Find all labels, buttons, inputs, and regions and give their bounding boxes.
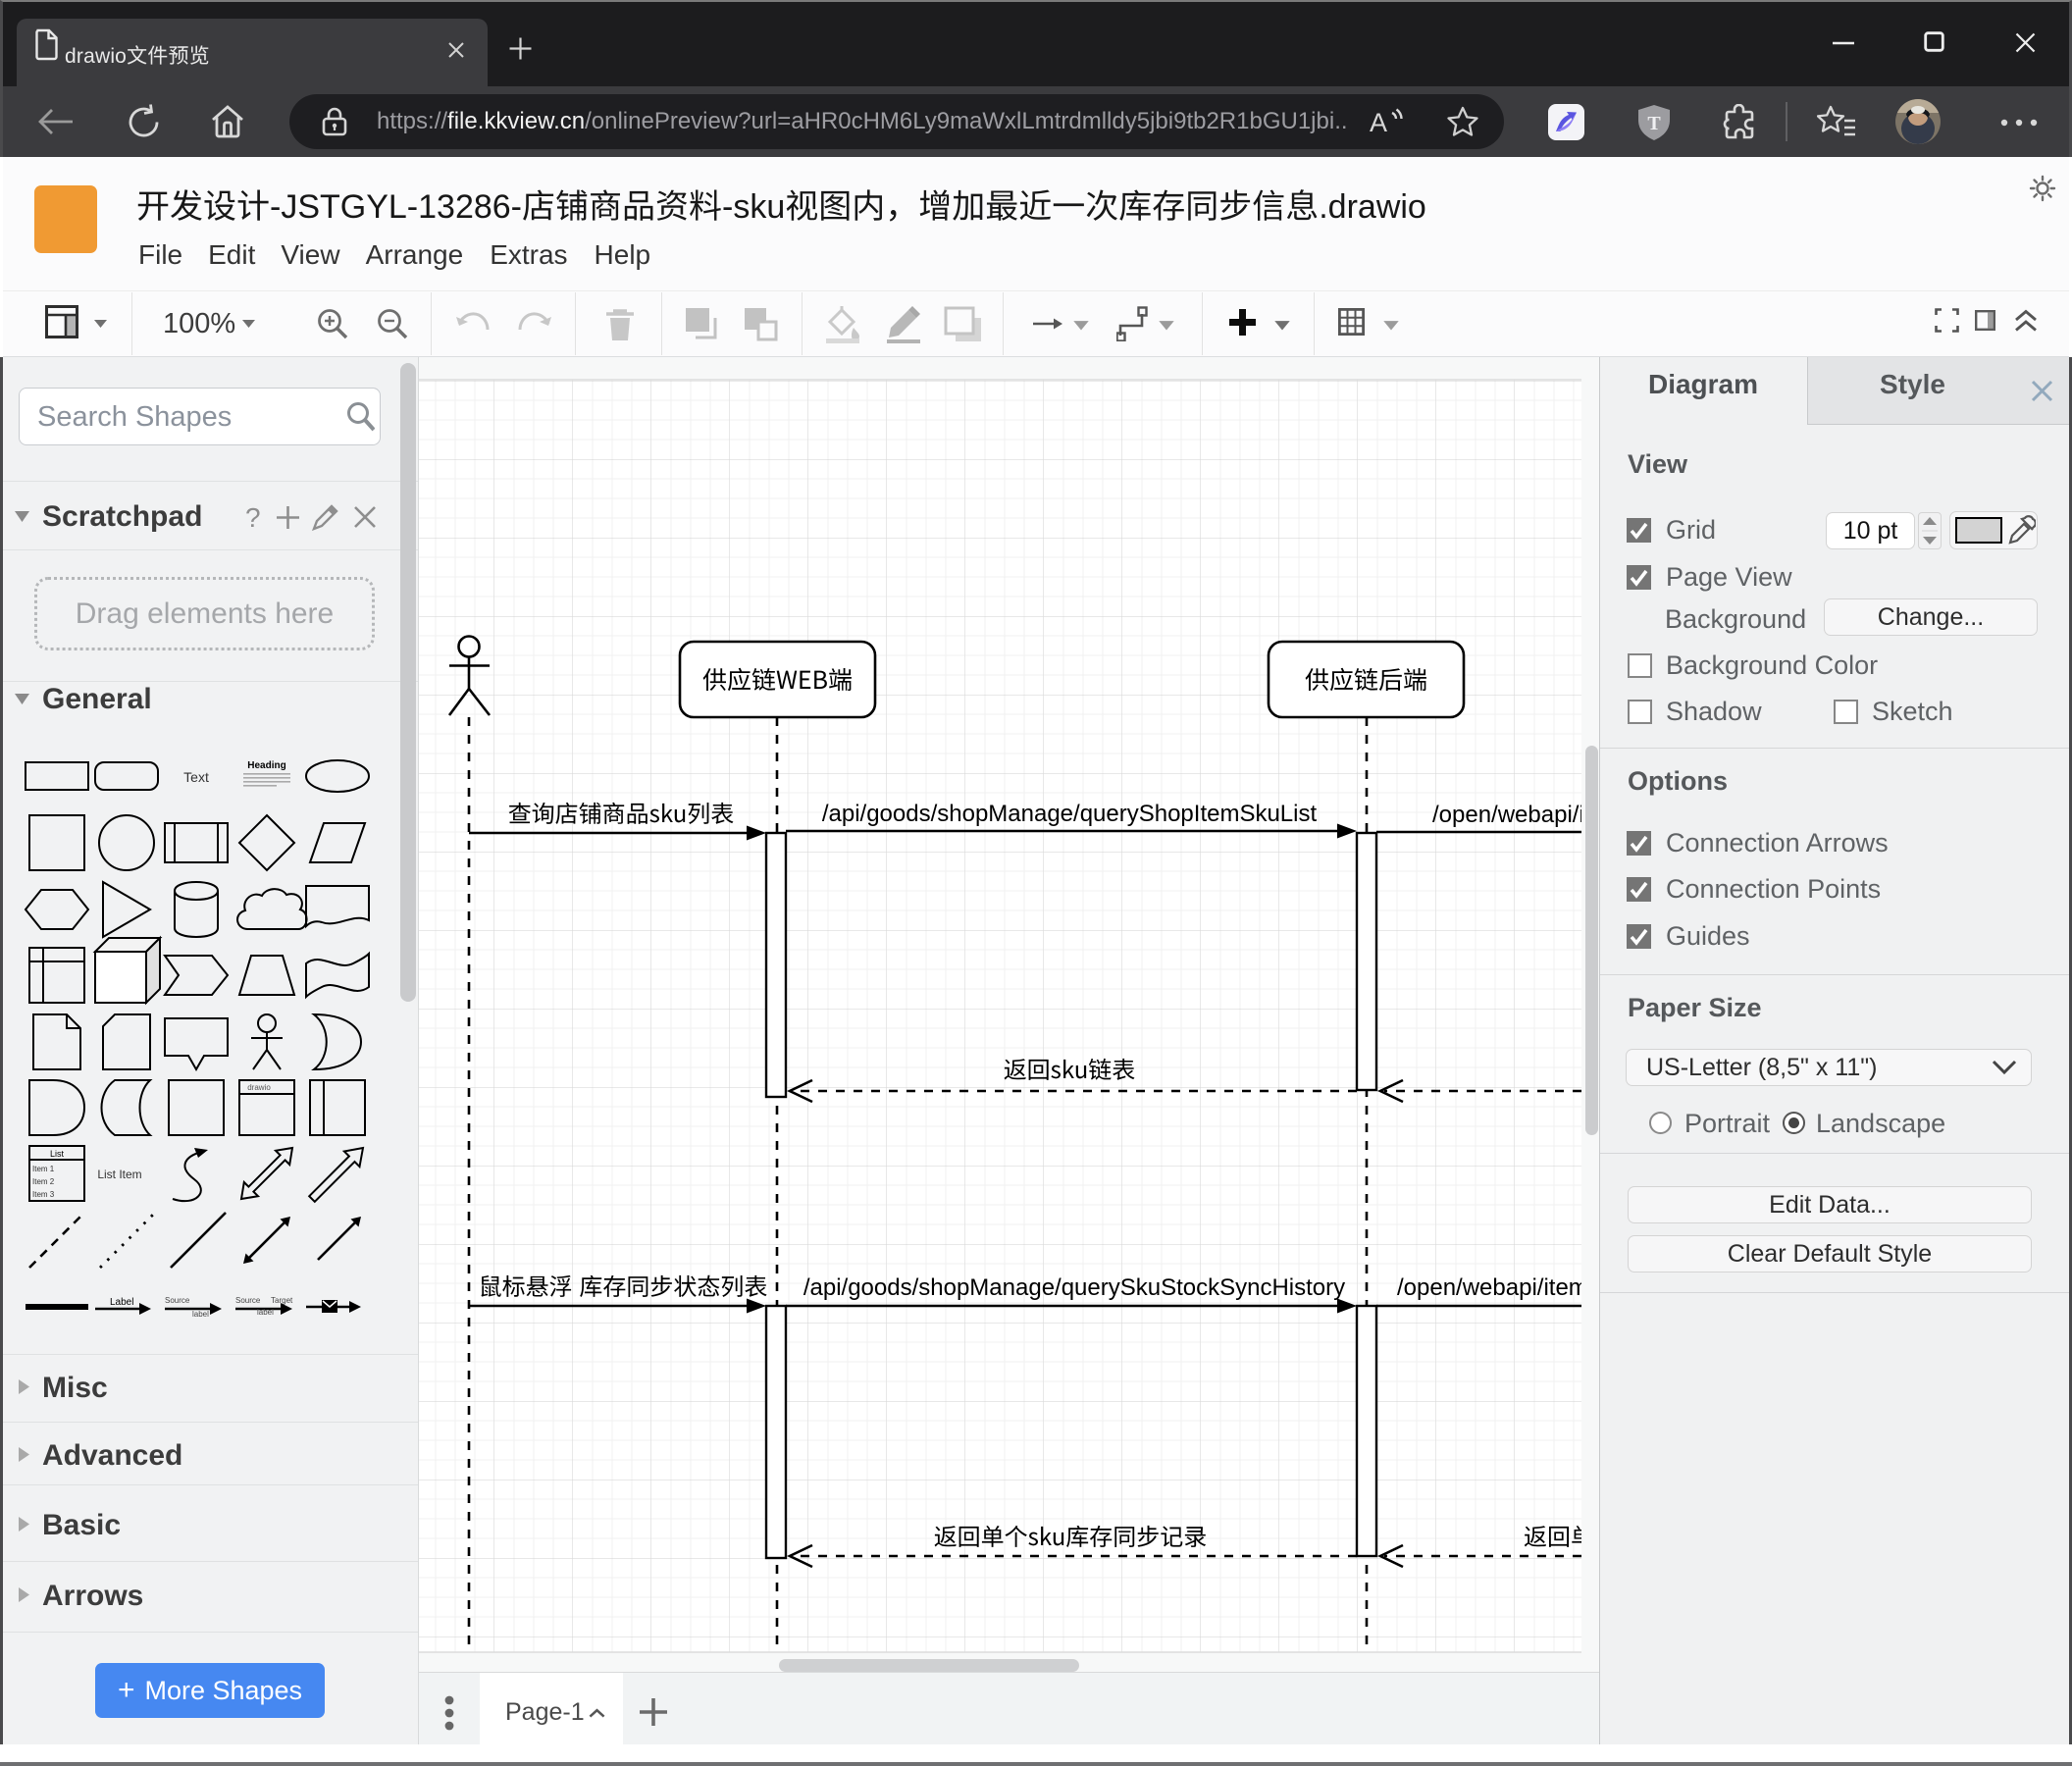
svg-text:label: label [192, 1310, 209, 1319]
svg-text:drawio: drawio [247, 1083, 271, 1092]
svg-text:Source: Source [235, 1296, 261, 1305]
svg-text:鼠标悬浮 库存同步状态列表: 鼠标悬浮 库存同步状态列表 [479, 1268, 768, 1302]
svg-text:查询店铺商品sku列表: 查询店铺商品sku列表 [508, 795, 735, 829]
svg-text:T: T [1647, 113, 1661, 134]
svg-text:/api/goods/shopManage/querySku: /api/goods/shopManage/querySkuStockSyncH… [803, 1274, 1345, 1301]
svg-text:返回sku链表: 返回sku链表 [1004, 1051, 1136, 1085]
svg-text:/open/webapi/item: /open/webapi/item [1397, 1274, 1581, 1301]
svg-text:Label: Label [110, 1297, 133, 1308]
svg-text:A: A [1370, 108, 1387, 137]
svg-text:返回单个: 返回单个 [1524, 1518, 1581, 1552]
svg-text:Text: Text [183, 769, 209, 785]
svg-text:Item 2: Item 2 [32, 1177, 55, 1186]
svg-text:List: List [50, 1149, 65, 1159]
svg-text:Target: Target [271, 1296, 293, 1305]
svg-text:供应链后端: 供应链后端 [1305, 661, 1427, 697]
svg-text:/api/goods/shopManage/querySho: /api/goods/shopManage/queryShopItemSkuLi… [822, 801, 1318, 827]
svg-text:label: label [257, 1308, 274, 1317]
svg-text:Source: Source [165, 1296, 190, 1305]
svg-text:供应链WEB端: 供应链WEB端 [702, 661, 853, 697]
svg-text:Heading: Heading [247, 760, 285, 771]
svg-text:Item 3: Item 3 [32, 1190, 55, 1199]
svg-text:/open/webapi/item: /open/webapi/item [1432, 802, 1581, 828]
svg-text:Item 1: Item 1 [32, 1165, 55, 1173]
svg-text:返回单个sku库存同步记录: 返回单个sku库存同步记录 [934, 1518, 1208, 1552]
svg-text:List Item: List Item [97, 1168, 141, 1181]
